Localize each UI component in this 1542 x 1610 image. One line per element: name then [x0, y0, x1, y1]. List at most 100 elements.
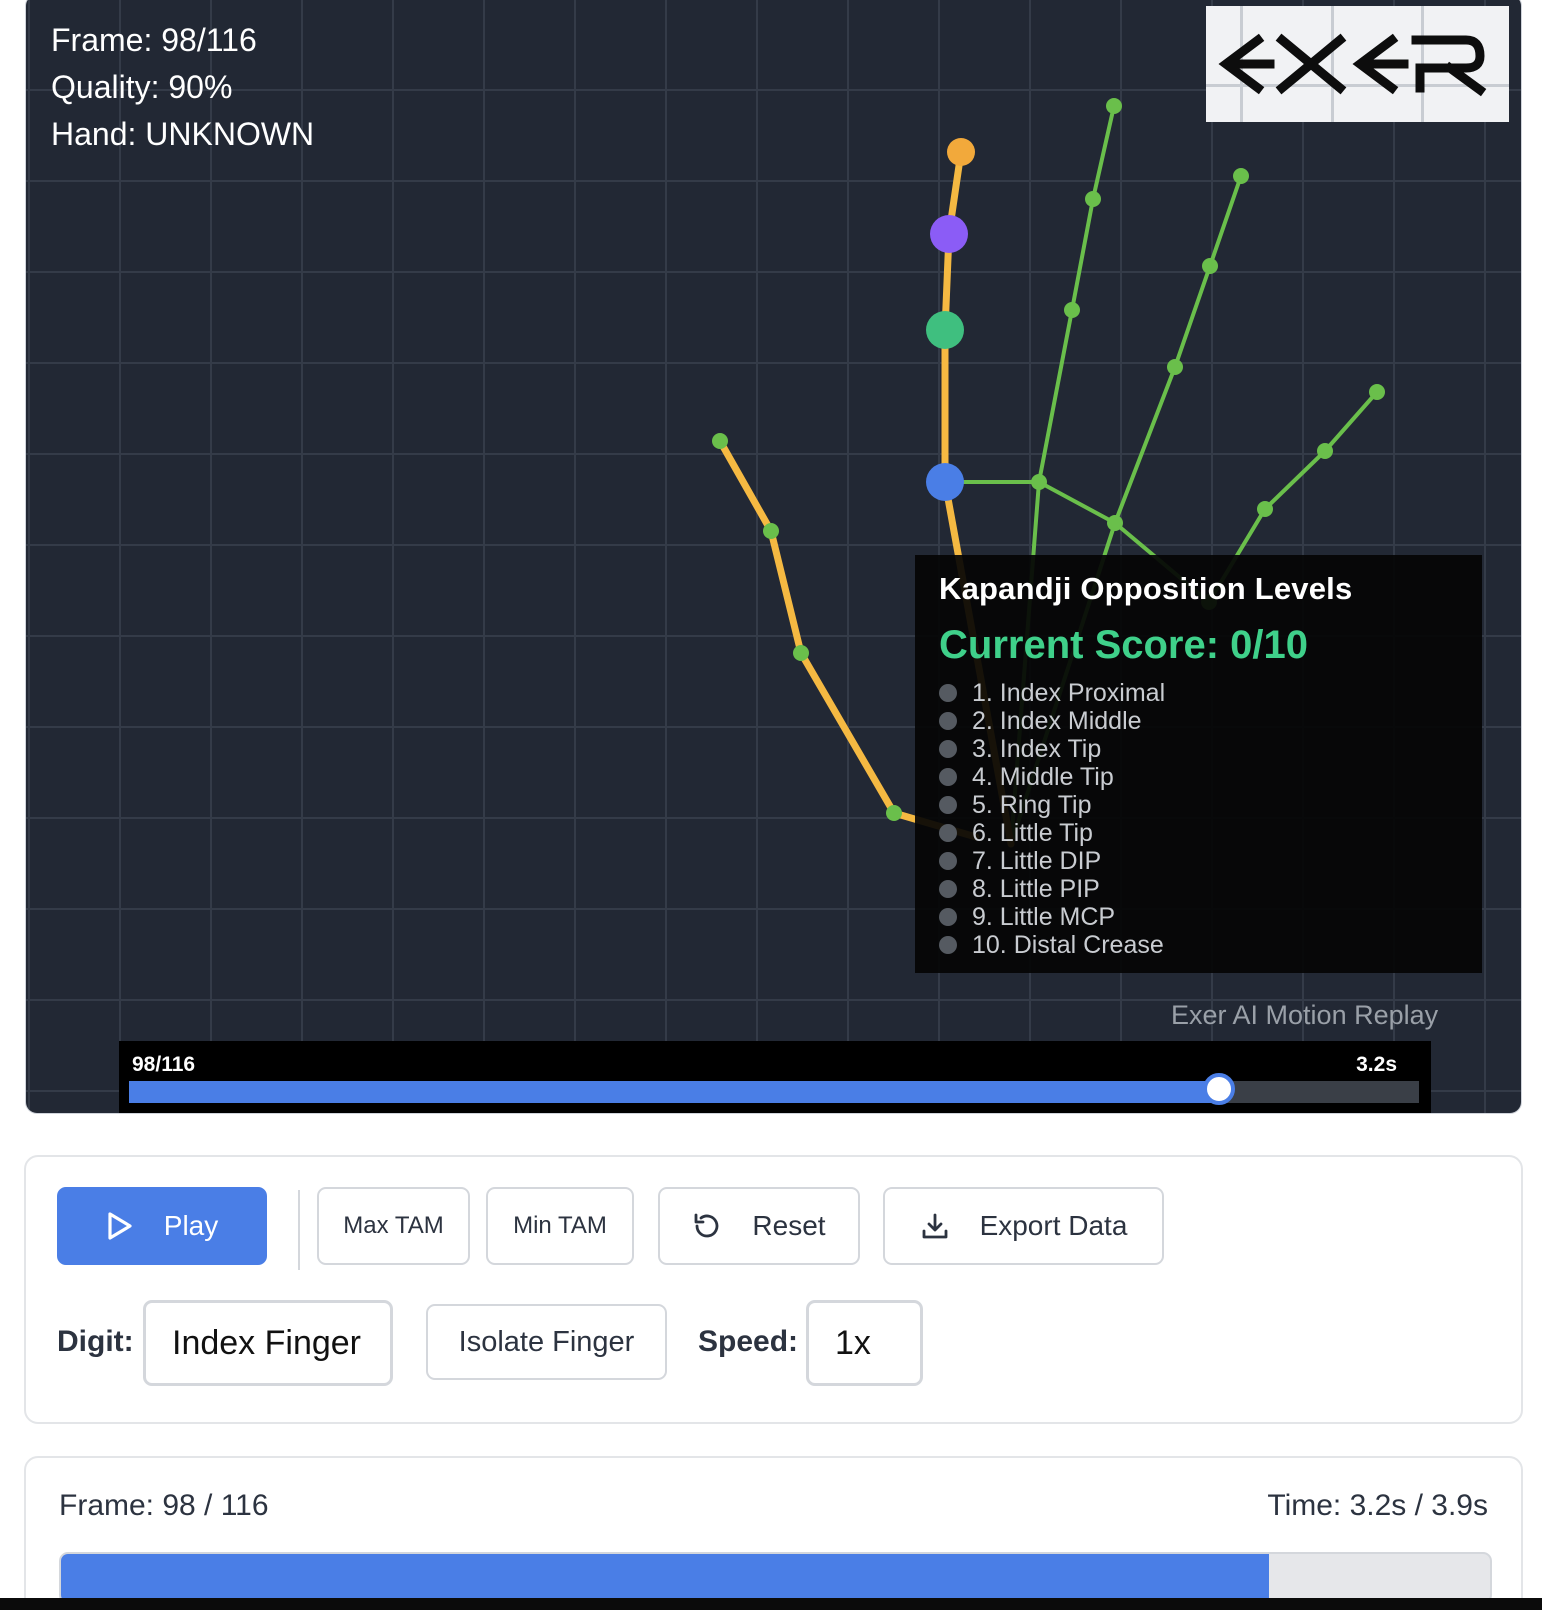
- level-label: 2. Index Middle: [972, 706, 1142, 735]
- watermark: Exer AI Motion Replay: [1171, 1000, 1439, 1030]
- joint-point: [1085, 191, 1101, 207]
- kapandji-level-item: 6. Little Tip: [939, 819, 1482, 847]
- joint-point: [1031, 474, 1047, 490]
- index-dip-joint: [930, 215, 968, 253]
- joint-point: [1167, 359, 1183, 375]
- highlighted-bone: [767, 527, 805, 657]
- frame-counter: Frame: 98 / 116: [59, 1489, 269, 1522]
- level-status-dot: [939, 824, 957, 842]
- level-label: 4. Middle Tip: [972, 762, 1114, 791]
- kapandji-level-list: 1. Index Proximal 2. Index Middle 3. Index…: [939, 679, 1482, 959]
- scrubber-frame-label: 98/116: [132, 1053, 196, 1076]
- exer-logo: [1206, 6, 1509, 122]
- kapandji-panel: Kapandji Opposition Levels Current Score…: [915, 555, 1482, 973]
- index-mcp-joint: [926, 463, 964, 501]
- level-label: 3. Index Tip: [972, 734, 1102, 763]
- scrubber-time-label: 3.2s: [1356, 1053, 1397, 1076]
- finger-bone: [1037, 308, 1074, 484]
- playback-progress-bar[interactable]: [59, 1552, 1492, 1604]
- level-label: 5. Ring Tip: [972, 790, 1092, 819]
- joint-point: [763, 523, 779, 539]
- joint-point: [1233, 168, 1249, 184]
- exer-logo-mark: [1218, 33, 1487, 97]
- scrubber-fill: [129, 1081, 1220, 1103]
- finger-bone: [1070, 197, 1095, 312]
- finger-bone: [1037, 480, 1117, 525]
- progress-card: Frame: 98 / 116 Time: 3.2s / 3.9s: [24, 1456, 1523, 1610]
- toolbar-separator: [298, 1190, 300, 1270]
- kapandji-level-item: 4. Middle Tip: [939, 763, 1482, 791]
- finger-bone: [1263, 449, 1327, 511]
- joint-point: [793, 645, 809, 661]
- level-label: 6. Little Tip: [972, 818, 1093, 847]
- hud-hand: Hand: UNKNOWN: [51, 116, 315, 152]
- export-data-label: Export Data: [979, 1210, 1128, 1241]
- hud-frame: Frame: 98/116: [51, 22, 257, 58]
- level-status-dot: [939, 908, 957, 926]
- index-pip-joint: [926, 311, 964, 349]
- level-label: 7. Little DIP: [972, 846, 1102, 875]
- digit-select[interactable]: Index Finger: [143, 1300, 393, 1386]
- joint-point: [1257, 501, 1273, 517]
- isolate-finger-button[interactable]: Isolate Finger: [426, 1304, 667, 1380]
- kapandji-level-item: 8. Little PIP: [939, 875, 1482, 903]
- kapandji-level-item: 5. Ring Tip: [939, 791, 1482, 819]
- kapandji-level-item: 1. Index Proximal: [939, 679, 1482, 707]
- level-status-dot: [939, 796, 957, 814]
- joint-point: [1107, 515, 1123, 531]
- finger-bone: [1091, 104, 1116, 201]
- joint-point: [1202, 258, 1218, 274]
- joint-point: [1106, 98, 1122, 114]
- level-status-dot: [939, 740, 957, 758]
- motion-replay-viewer: Frame: 98/116 Quality: 90% Hand: UNKNOWN: [25, 0, 1522, 1114]
- joint-point: [1369, 384, 1385, 400]
- index-tip-joint: [947, 138, 975, 166]
- joint-point: [712, 433, 728, 449]
- level-status-dot: [939, 852, 957, 870]
- joint-point: [886, 805, 902, 821]
- level-label: 10. Distal Crease: [972, 930, 1164, 959]
- min-tam-button[interactable]: Min TAM: [486, 1187, 634, 1265]
- play-button-label: Play: [163, 1210, 219, 1241]
- level-status-dot: [939, 684, 957, 702]
- speed-select[interactable]: 1x: [806, 1300, 923, 1386]
- timeline-scrubber[interactable]: 98/116 3.2s: [119, 1041, 1431, 1113]
- play-button[interactable]: Play: [57, 1187, 267, 1265]
- level-status-dot: [939, 712, 957, 730]
- level-status-dot: [939, 880, 957, 898]
- kapandji-level-item: 2. Index Middle: [939, 707, 1482, 735]
- level-label: 8. Little PIP: [972, 874, 1100, 903]
- level-status-dot: [939, 936, 957, 954]
- joint-point: [1317, 443, 1333, 459]
- kapandji-level-item: 7. Little DIP: [939, 847, 1482, 875]
- time-counter: Time: 3.2s / 3.9s: [1267, 1489, 1488, 1522]
- kapandji-level-item: 3. Index Tip: [939, 735, 1482, 763]
- level-status-dot: [939, 768, 957, 786]
- kapandji-level-item: 10. Distal Crease: [939, 931, 1482, 959]
- hud-overlay: Frame: 98/116 Quality: 90% Hand: UNKNOWN: [51, 17, 314, 158]
- kapandji-title: Kapandji Opposition Levels: [939, 571, 1353, 606]
- level-label: 9. Little MCP: [972, 902, 1116, 931]
- finger-bone: [1208, 174, 1243, 268]
- hud-quality: Quality: 90%: [51, 69, 233, 105]
- kapandji-score: Current Score: 0/10: [939, 623, 1309, 667]
- reset-icon: [695, 1213, 719, 1238]
- play-icon: [108, 1212, 132, 1240]
- export-data-button[interactable]: Export Data: [883, 1187, 1164, 1265]
- kapandji-level-item: 9. Little MCP: [939, 903, 1482, 931]
- digit-label: Digit:: [57, 1325, 134, 1358]
- scrubber-thumb[interactable]: [1203, 1073, 1236, 1105]
- joint-point: [1064, 302, 1080, 318]
- scrubber-track[interactable]: [129, 1073, 1419, 1105]
- finger-bone: [1173, 264, 1212, 369]
- finger-bone: [1113, 365, 1177, 525]
- reset-button-label: Reset: [752, 1210, 826, 1241]
- controls-card: Play Max TAM Min TAM Reset Export Data D…: [24, 1155, 1523, 1424]
- playback-progress-fill: [61, 1554, 1269, 1602]
- download-icon: [922, 1213, 947, 1239]
- reset-button[interactable]: Reset: [658, 1187, 860, 1265]
- level-label: 1. Index Proximal: [972, 678, 1166, 707]
- max-tam-button[interactable]: Max TAM: [317, 1187, 470, 1265]
- speed-label: Speed:: [698, 1325, 799, 1358]
- finger-bone: [1323, 390, 1379, 453]
